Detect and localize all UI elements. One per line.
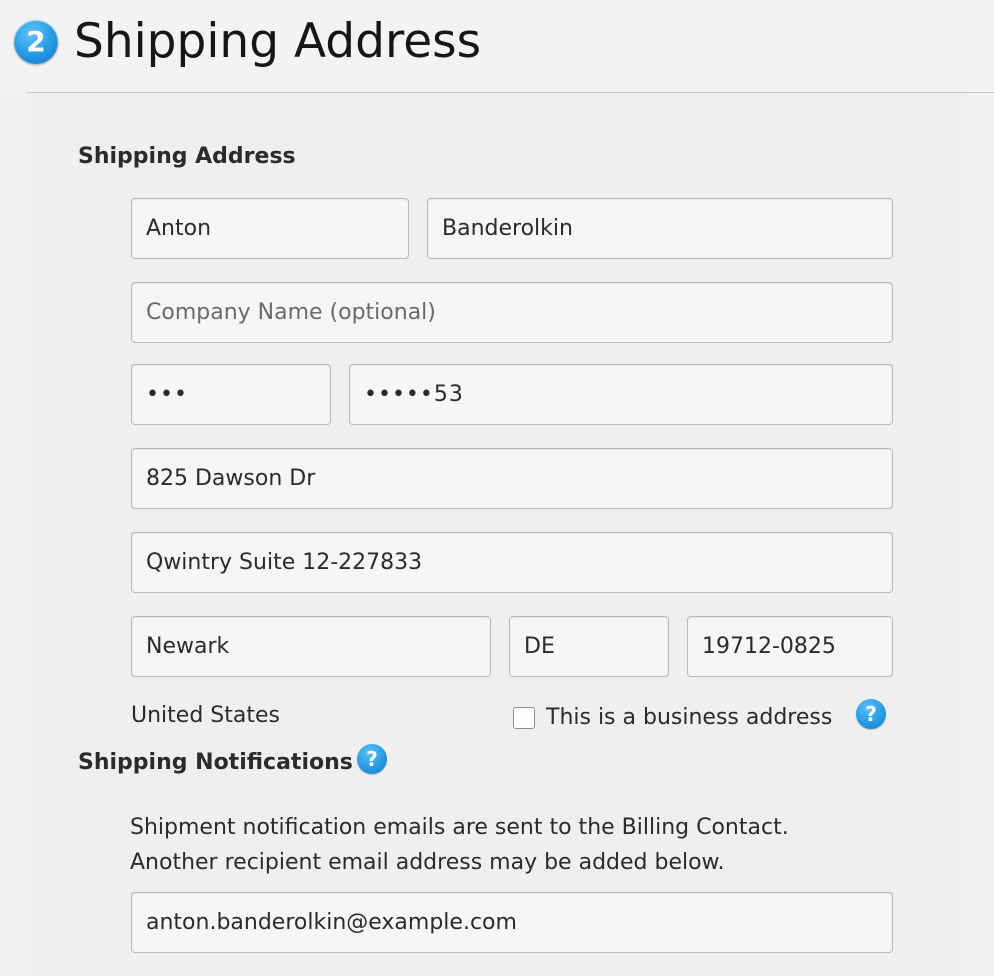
address-line2-field[interactable] (131, 532, 893, 593)
country-label: United States (131, 703, 280, 728)
business-address-label[interactable]: This is a business address (546, 704, 832, 732)
phone-number-field[interactable] (349, 364, 893, 425)
notification-email-field[interactable] (131, 892, 893, 953)
city-field[interactable] (131, 616, 491, 677)
zip-code-field[interactable] (687, 616, 893, 677)
checkout-page: 2 Shipping Address Shipping Address Unit… (0, 0, 994, 976)
shipping-notifications-heading: Shipping Notifications (78, 750, 353, 775)
step-header: 2 Shipping Address (0, 0, 994, 92)
business-address-help-icon[interactable]: ? (856, 699, 886, 729)
company-name-field[interactable] (131, 282, 893, 343)
page-title: Shipping Address (74, 14, 482, 69)
business-address-checkbox[interactable] (513, 707, 535, 729)
shipping-notifications-help-icon[interactable]: ? (357, 744, 387, 774)
first-name-field[interactable] (131, 198, 409, 259)
phone-country-code-field[interactable] (131, 364, 331, 425)
address-line1-field[interactable] (131, 448, 893, 509)
state-field[interactable] (509, 616, 669, 677)
last-name-field[interactable] (427, 198, 893, 259)
notification-note-line1: Shipment notification emails are sent to… (130, 815, 789, 840)
step-number-badge: 2 (14, 20, 58, 64)
shipping-address-heading: Shipping Address (78, 144, 296, 169)
notification-note: Shipment notification emails are sent to… (130, 810, 890, 880)
notification-note-line2: Another recipient email address may be a… (130, 850, 725, 875)
